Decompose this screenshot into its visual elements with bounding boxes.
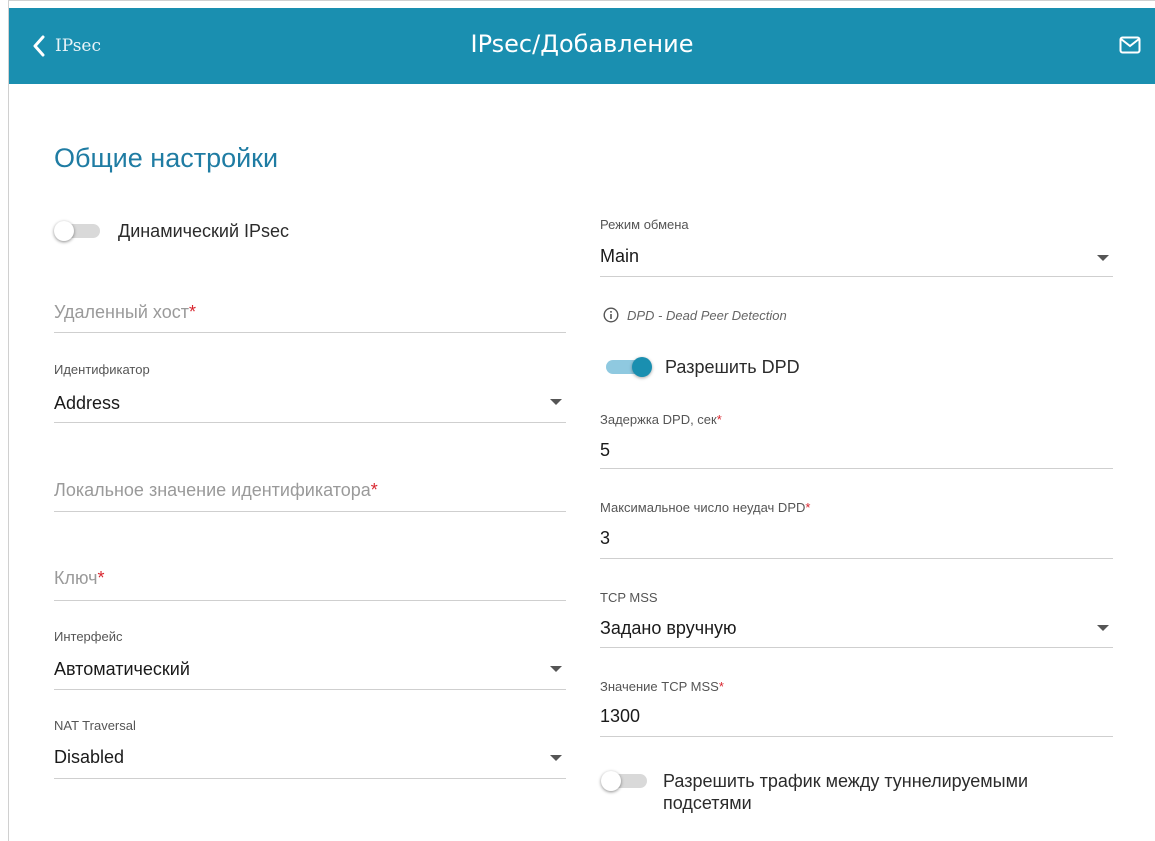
chevron-down-icon xyxy=(550,666,562,672)
tcp-mss-value: Задано вручную xyxy=(600,618,737,638)
dynamic-ipsec-label: Динамический IPsec xyxy=(118,221,290,241)
interface-label: Интерфейс xyxy=(54,629,123,644)
tcp-mss-value-value: 1300 xyxy=(600,706,641,726)
chevron-down-icon xyxy=(1097,625,1109,631)
tcp-mss-value-label: Значение TCP MSS* xyxy=(600,679,724,694)
dpd-info-text: DPD - Dead Peer Detection xyxy=(627,307,787,323)
exchange-mode-select[interactable]: Режим обмена Main xyxy=(600,214,1113,277)
exchange-mode-value: Main xyxy=(600,246,640,266)
dpd-delay-field[interactable]: Задержка DPD, сек* 5 xyxy=(600,409,1113,469)
toggle-knob xyxy=(632,357,652,377)
exchange-mode-label: Режим обмена xyxy=(600,217,689,232)
page-title: IPsec/Добавление xyxy=(470,30,694,58)
remote-host-placeholder: Удаленный хост* xyxy=(54,302,196,322)
mail-icon[interactable] xyxy=(1119,36,1141,54)
dynamic-ipsec-toggle[interactable] xyxy=(54,221,108,241)
chevron-down-icon xyxy=(550,399,562,405)
section-title: Общие настройки xyxy=(54,143,279,173)
identifier-value: Address xyxy=(54,393,121,413)
interface-value: Автоматический xyxy=(54,659,190,679)
tcp-mss-value-field[interactable]: Значение TCP MSS* 1300 xyxy=(600,676,1113,737)
allow-traffic-label: Разрешить трафик между туннелируемыми по… xyxy=(663,770,1028,814)
toggle-knob xyxy=(601,771,621,791)
chevron-down-icon xyxy=(1097,255,1109,261)
dpd-delay-value: 5 xyxy=(600,440,611,460)
allow-traffic-label-line2: подсетями xyxy=(663,793,752,813)
dpd-max-fail-label: Максимальное число неудач DPD* xyxy=(600,500,811,515)
tcp-mss-select[interactable]: TCP MSS Задано вручную xyxy=(600,587,1113,648)
nat-traversal-select[interactable]: NAT Traversal Disabled xyxy=(54,716,566,779)
info-icon xyxy=(603,307,619,323)
identifier-label: Идентификатор xyxy=(54,362,150,377)
enable-dpd-label: Разрешить DPD xyxy=(665,357,800,377)
frame-border-left xyxy=(8,0,9,841)
dpd-max-fail-value: 3 xyxy=(600,528,611,548)
dpd-delay-label: Задержка DPD, сек* xyxy=(600,412,722,427)
remote-host-field[interactable]: Удаленный хост* xyxy=(54,296,566,333)
frame-border-top xyxy=(8,0,1155,1)
key-placeholder: Ключ* xyxy=(54,568,105,588)
key-field[interactable]: Ключ* xyxy=(54,562,566,601)
local-id-placeholder: Локальное значение идентификатора* xyxy=(54,480,378,500)
chevron-down-icon xyxy=(550,755,562,761)
allow-traffic-label-line1: Разрешить трафик между туннелируемыми xyxy=(663,771,1029,791)
dpd-info: DPD - Dead Peer Detection xyxy=(603,307,787,323)
toggle-knob xyxy=(54,221,74,241)
dpd-max-fail-field[interactable]: Максимальное число неудач DPD* 3 xyxy=(600,497,1113,559)
top-bar: IPsec IPsec/Добавление xyxy=(9,8,1155,84)
tcp-mss-label: TCP MSS xyxy=(600,590,658,605)
local-id-field[interactable]: Локальное значение идентификатора* xyxy=(54,474,566,512)
enable-dpd-toggle[interactable] xyxy=(604,357,658,377)
nat-traversal-value: Disabled xyxy=(54,747,125,767)
allow-traffic-toggle[interactable] xyxy=(601,771,655,791)
identifier-select[interactable]: Идентификатор Address xyxy=(54,360,566,423)
interface-select[interactable]: Интерфейс Автоматический xyxy=(54,627,566,690)
nat-traversal-label: NAT Traversal xyxy=(54,718,136,733)
